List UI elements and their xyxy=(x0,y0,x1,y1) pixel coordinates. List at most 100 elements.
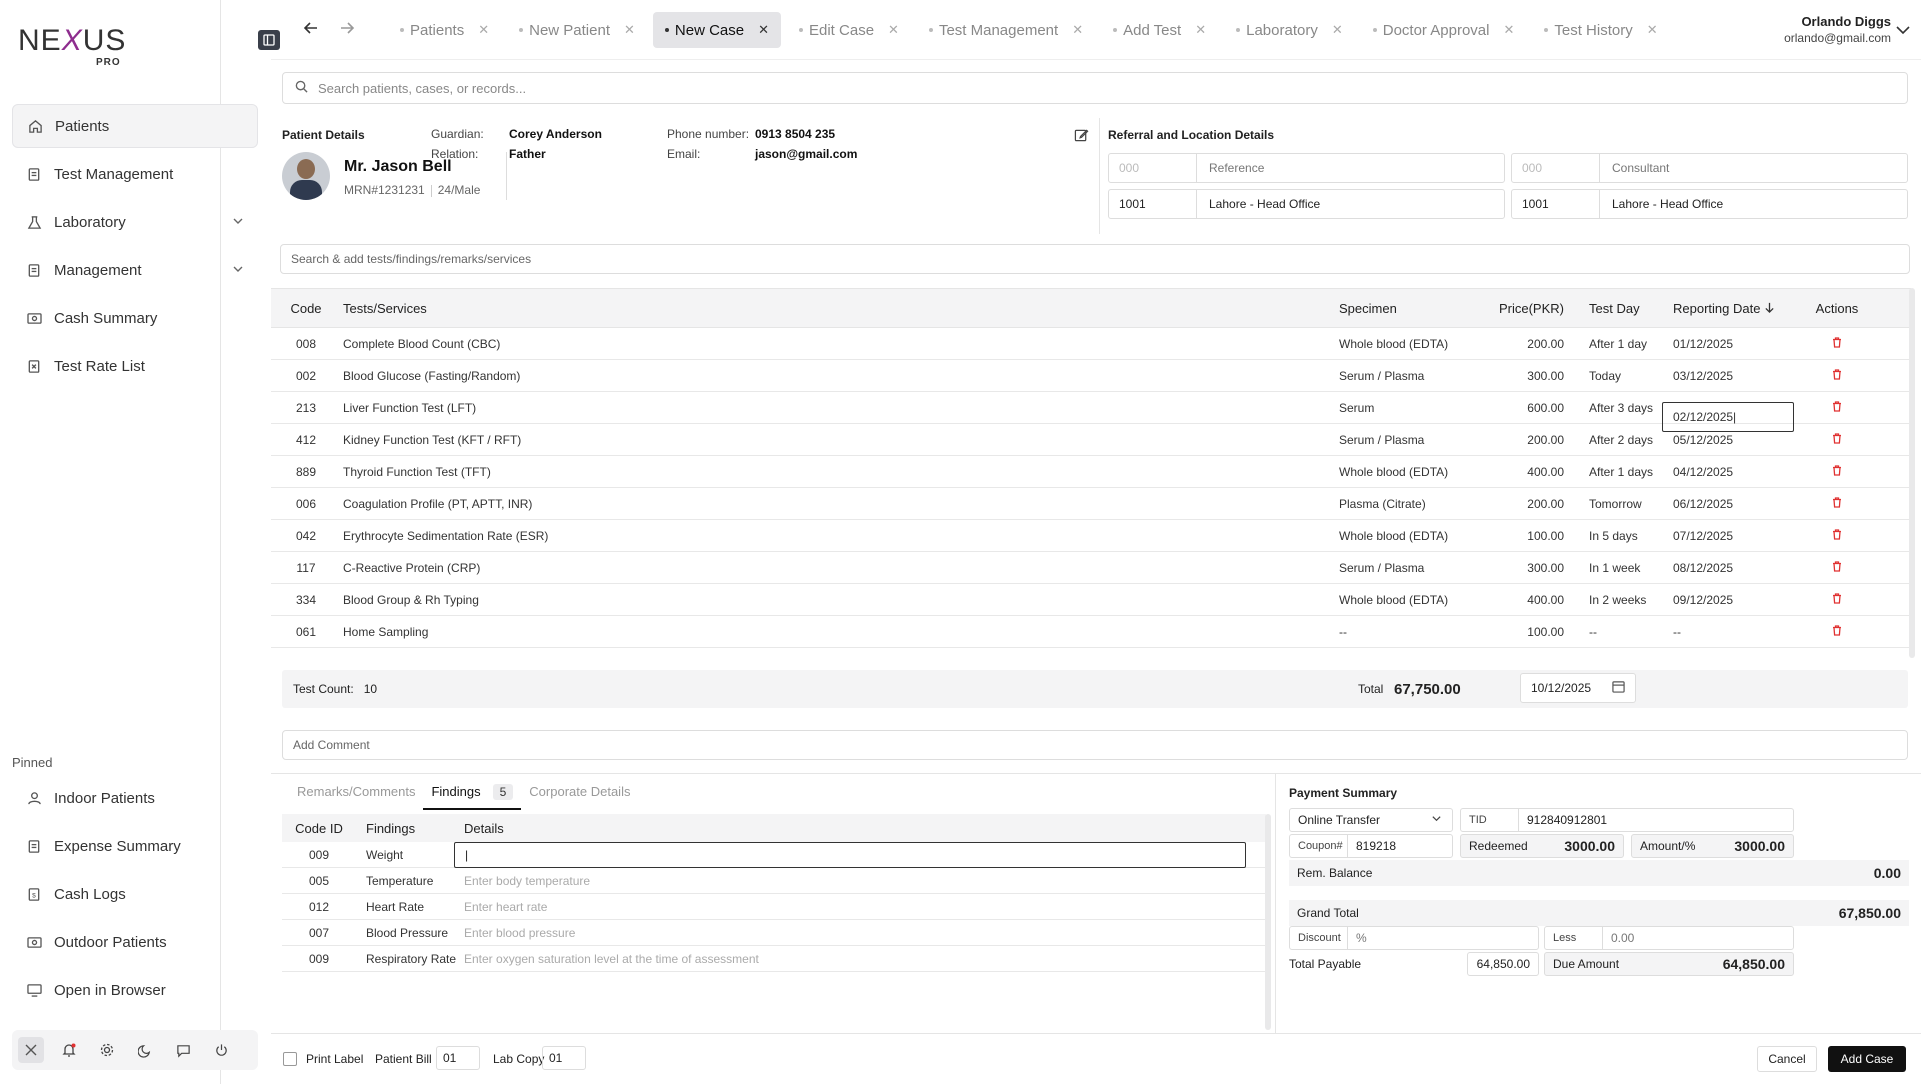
app-logo-icon[interactable] xyxy=(18,1037,44,1063)
consultant-field[interactable]: 000 Consultant xyxy=(1511,153,1908,183)
tests-scrollbar[interactable] xyxy=(1909,288,1915,658)
table-row[interactable]: 002 Blood Glucose (Fasting/Random) Serum /… xyxy=(271,360,1911,392)
finding-details-input[interactable]: Enter body temperature xyxy=(464,874,590,888)
reporting-date-cell[interactable]: 05/12/2025 xyxy=(1672,433,1802,447)
cancel-button[interactable]: Cancel xyxy=(1757,1046,1817,1072)
add-comment-input[interactable]: Add Comment xyxy=(282,730,1908,760)
table-row[interactable]: 334 Blood Group & Rh Typing Whole blood (E… xyxy=(271,584,1911,616)
close-icon[interactable]: ✕ xyxy=(1647,22,1658,38)
reporting-date-cell[interactable]: -- xyxy=(1672,625,1802,639)
chat-message-icon[interactable] xyxy=(170,1037,196,1063)
tab-new-patient[interactable]: New Patient ✕ xyxy=(507,12,647,48)
tab-add-test[interactable]: Add Test ✕ xyxy=(1101,12,1218,48)
pinned-item-outdoor-patients[interactable]: Outdoor Patients xyxy=(12,920,258,964)
reporting-date-cell[interactable]: 08/12/2025 xyxy=(1672,561,1802,575)
finding-details-cell[interactable]: Enter heart rate xyxy=(464,900,1266,914)
delete-trash-icon[interactable] xyxy=(1802,336,1872,351)
reporting-date-cell[interactable]: 06/12/2025 xyxy=(1672,497,1802,511)
reporting-date-value[interactable]: 06/12/2025 xyxy=(1673,497,1733,511)
pinned-item-open-in-browser[interactable]: Open in Browser xyxy=(12,968,258,1012)
table-row[interactable]: 117 C-Reactive Protein (CRP) Serum / Plasm… xyxy=(271,552,1911,584)
sidebar-item-test-management[interactable]: Test Management xyxy=(12,152,258,196)
close-icon[interactable]: ✕ xyxy=(478,22,489,38)
amount-field[interactable]: Amount/% 3000.00 xyxy=(1631,834,1794,858)
finding-row[interactable]: 009 Respiratory Rate Enter oxygen saturati… xyxy=(282,946,1266,972)
reporting-date-value[interactable]: 05/12/2025 xyxy=(1673,433,1733,447)
finding-row[interactable]: 007 Blood Pressure Enter blood pressure xyxy=(282,920,1266,946)
reference-code-input[interactable]: 000 xyxy=(1109,154,1197,182)
discount-input[interactable]: % xyxy=(1348,931,1367,945)
close-icon[interactable]: ✕ xyxy=(1503,22,1514,38)
tab-corporate-details[interactable]: Corporate Details xyxy=(521,784,638,810)
finding-row[interactable]: 005 Temperature Enter body temperature xyxy=(282,868,1266,894)
less-input[interactable]: 0.00 xyxy=(1603,931,1634,945)
reporting-date-value[interactable]: 07/12/2025 xyxy=(1673,529,1733,543)
reporting-date-value[interactable]: 01/12/2025 xyxy=(1673,337,1733,351)
consultant-code-input[interactable]: 000 xyxy=(1512,154,1600,182)
coupon-input[interactable]: 819218 xyxy=(1348,839,1396,853)
reporting-date-value[interactable]: 02/12/2025| xyxy=(1673,410,1736,424)
tab-test-management[interactable]: Test Management ✕ xyxy=(917,12,1095,48)
print-label-checkbox[interactable] xyxy=(283,1052,297,1066)
reporting-date-cell[interactable]: 04/12/2025 xyxy=(1672,465,1802,479)
table-row[interactable]: 061 Home Sampling -- 100.00 -- -- xyxy=(271,616,1911,648)
report-date-picker[interactable]: 10/12/2025 xyxy=(1520,673,1636,703)
reporting-date-input[interactable]: 02/12/2025| xyxy=(1662,401,1794,432)
notification-bell-icon[interactable] xyxy=(56,1037,82,1063)
close-icon[interactable]: ✕ xyxy=(1195,22,1206,38)
settings-gear-icon[interactable] xyxy=(94,1037,120,1063)
chevron-down-icon[interactable] xyxy=(232,214,244,231)
calendar-icon[interactable] xyxy=(1612,680,1625,696)
tab-patients[interactable]: Patients ✕ xyxy=(388,12,501,48)
edit-icon[interactable] xyxy=(1074,128,1089,146)
tab-laboratory[interactable]: Laboratory ✕ xyxy=(1224,12,1355,48)
location-field-2[interactable]: 1001 Lahore - Head Office xyxy=(1511,189,1908,219)
tab-edit-case[interactable]: Edit Case ✕ xyxy=(787,12,911,48)
table-row[interactable]: 006 Coagulation Profile (PT, APTT, INR) Pl… xyxy=(271,488,1911,520)
pinned-item-expense-summary[interactable]: Expense Summary xyxy=(12,824,258,868)
finding-details-cell[interactable]: Enter body temperature xyxy=(464,874,1266,888)
chevron-down-icon[interactable] xyxy=(1431,813,1442,827)
back-arrow-icon[interactable] xyxy=(303,20,319,41)
delete-trash-icon[interactable] xyxy=(1802,560,1872,575)
patient-bill-copies-input[interactable]: 01 xyxy=(436,1046,480,1070)
reporting-date-value[interactable]: 04/12/2025 xyxy=(1673,465,1733,479)
payment-method-select[interactable]: Online Transfer xyxy=(1289,808,1453,832)
finding-details-input[interactable]: Enter oxygen saturation level at the tim… xyxy=(464,952,759,966)
less-field[interactable]: Less 0.00 xyxy=(1544,926,1794,950)
finding-details-edit-box[interactable]: | xyxy=(454,841,1246,868)
finding-details-cell[interactable]: Enter oxygen saturation level at the tim… xyxy=(464,952,1266,966)
reporting-date-cell[interactable]: 07/12/2025 xyxy=(1672,529,1802,543)
reporting-date-cell[interactable]: 03/12/2025 xyxy=(1672,369,1802,383)
tid-input[interactable]: 912840912801 xyxy=(1519,813,1607,827)
sidebar-item-management[interactable]: Management xyxy=(12,248,258,292)
reporting-date-cell[interactable]: 09/12/2025 xyxy=(1672,593,1802,607)
lab-copy-copies-input[interactable]: 01 xyxy=(542,1046,586,1070)
table-row[interactable]: 008 Complete Blood Count (CBC) Whole blood… xyxy=(271,328,1911,360)
location-name-1[interactable]: Lahore - Head Office xyxy=(1197,197,1320,211)
tab-findings[interactable]: Findings 5 xyxy=(423,784,522,810)
pinned-item-indoor-patients[interactable]: Indoor Patients xyxy=(12,776,258,820)
sort-arrow-down-icon[interactable] xyxy=(1764,301,1775,316)
reference-field[interactable]: 000 Reference xyxy=(1108,153,1505,183)
sidebar-item-laboratory[interactable]: Laboratory xyxy=(12,200,258,244)
finding-details-cell[interactable]: Enter blood pressure xyxy=(464,926,1266,940)
table-row[interactable]: 889 Thyroid Function Test (TFT) Whole bloo… xyxy=(271,456,1911,488)
location-code-1[interactable]: 1001 xyxy=(1109,190,1197,218)
tid-field[interactable]: TID 912840912801 xyxy=(1460,808,1794,832)
chevron-down-icon[interactable] xyxy=(232,262,244,279)
reporting-date-cell[interactable]: 01/12/2025 xyxy=(1672,337,1802,351)
location-code-2[interactable]: 1001 xyxy=(1512,190,1600,218)
global-search-input[interactable]: Search patients, cases, or records... xyxy=(282,72,1908,104)
close-icon[interactable]: ✕ xyxy=(1072,22,1083,38)
chevron-down-icon[interactable] xyxy=(1895,22,1911,41)
table-row[interactable]: 213 Liver Function Test (LFT) Serum 600.00 A… xyxy=(271,392,1911,432)
close-icon[interactable]: ✕ xyxy=(624,22,635,38)
tab-test-history[interactable]: Test History ✕ xyxy=(1532,12,1669,48)
findings-scrollbar[interactable] xyxy=(1265,814,1271,1030)
delete-trash-icon[interactable] xyxy=(1802,592,1872,607)
reference-name-input[interactable]: Reference xyxy=(1197,161,1264,175)
delete-trash-icon[interactable] xyxy=(1802,496,1872,511)
forward-arrow-icon[interactable] xyxy=(339,20,355,41)
consultant-name-input[interactable]: Consultant xyxy=(1600,161,1669,175)
